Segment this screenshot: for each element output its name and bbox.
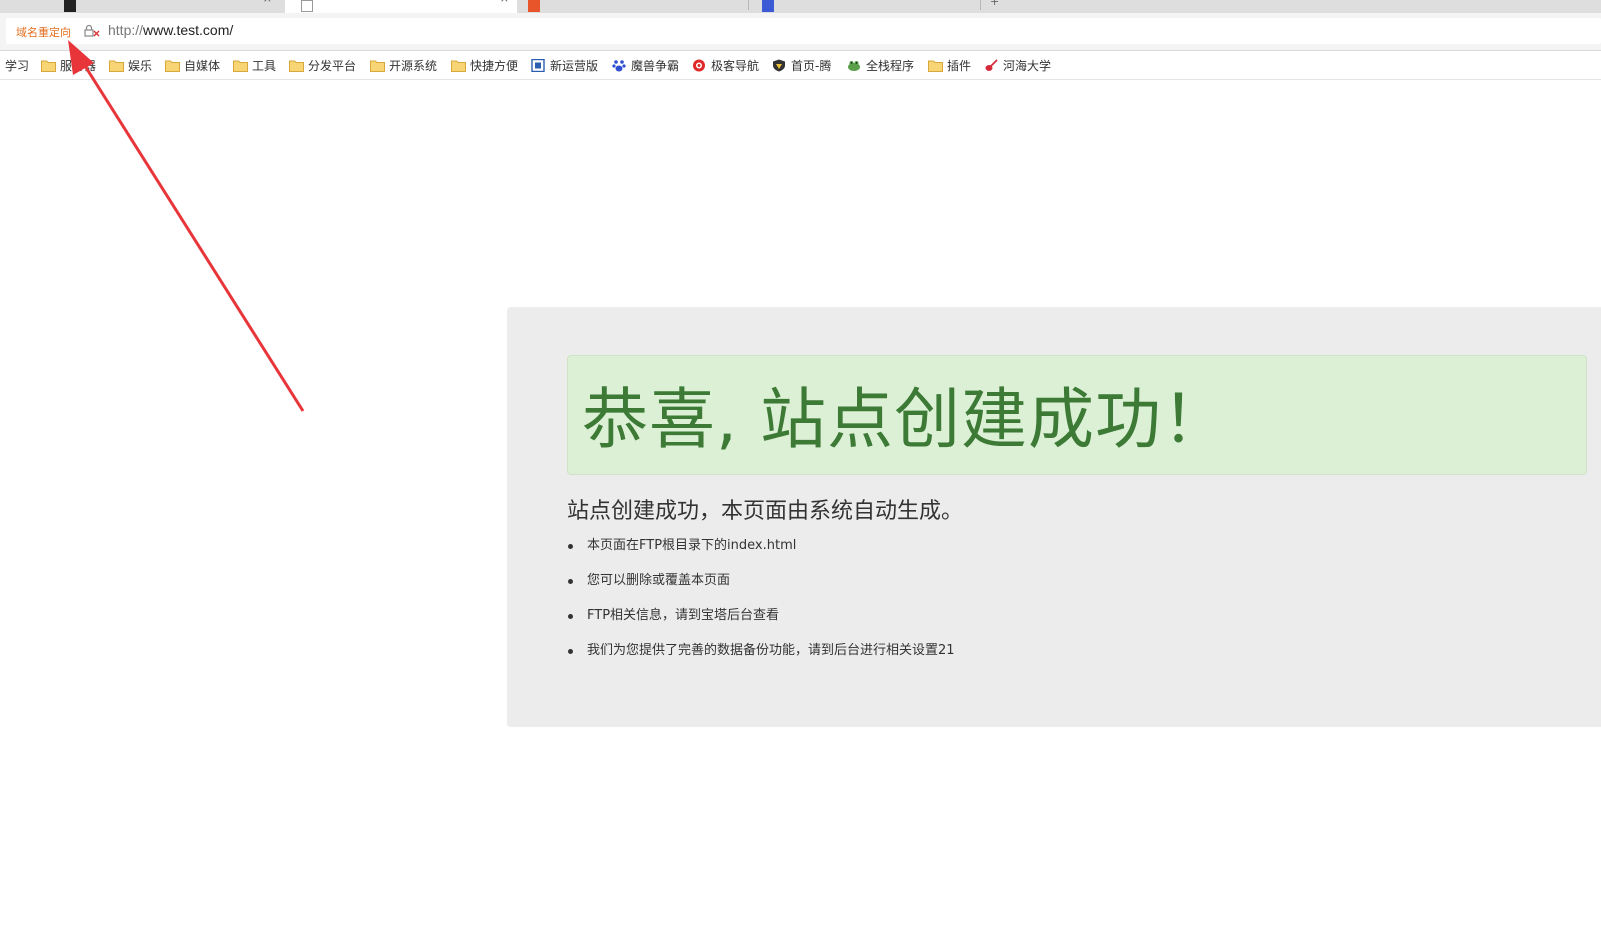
- tab-close-icon[interactable]: ×: [263, 0, 272, 4]
- bookmark-label: 娱乐: [128, 59, 153, 73]
- page-headline: 恭喜, 站点创建成功！: [582, 381, 1229, 458]
- tab-strip: × × +: [0, 0, 1601, 13]
- address-bar: 域名重定向 http://www.test.com/: [0, 13, 1601, 51]
- bookmark-label: 全栈程序: [866, 59, 915, 73]
- content-panel: 恭喜, 站点创建成功！ 站点创建成功，本页面由系统自动生成。 本页面在FTP根目…: [507, 307, 1601, 727]
- bookmark-item[interactable]: 河海大学: [984, 57, 1055, 74]
- tab-favicon-icon: [528, 0, 540, 12]
- site-icon: [531, 59, 545, 72]
- url-protocol: http://: [108, 22, 144, 38]
- bookmark-label: 自媒体: [184, 59, 221, 73]
- tab-close-icon[interactable]: ×: [500, 0, 509, 4]
- folder-icon: [233, 60, 248, 72]
- tab-1[interactable]: ×: [50, 0, 280, 13]
- bookmark-label: 学习: [5, 59, 30, 73]
- bookmark-folder[interactable]: 插件: [928, 57, 971, 74]
- folder-icon: [165, 60, 180, 72]
- tab-separator: [748, 0, 749, 10]
- frog-icon: [848, 61, 860, 71]
- folder-icon: [109, 60, 124, 72]
- folder-icon: [370, 60, 385, 72]
- url-text: http://www.test.com/: [108, 22, 233, 38]
- list-item: 本页面在FTP根目录下的index.html: [567, 537, 955, 572]
- bookmark-folder[interactable]: 服务器: [41, 57, 96, 74]
- bookmark-label: 河海大学: [1003, 59, 1052, 73]
- tab-favicon-icon: [301, 0, 313, 12]
- folder-icon: [289, 60, 304, 72]
- paw-icon: [612, 60, 626, 72]
- bookmark-folder[interactable]: 分发平台: [289, 57, 356, 74]
- guitar-icon: [985, 59, 998, 71]
- bookmark-label: 快捷方便: [470, 59, 519, 73]
- shield-icon: [773, 59, 785, 72]
- bookmark-item[interactable]: 新运营版: [531, 57, 602, 74]
- bookmark-item[interactable]: 全栈程序: [847, 57, 916, 74]
- tab-4[interactable]: [752, 0, 977, 13]
- folder-icon: [41, 60, 56, 72]
- bookmark-label: 新运营版: [550, 59, 599, 73]
- folder-icon: [928, 60, 943, 72]
- info-list: 本页面在FTP根目录下的index.html 您可以删除或覆盖本页面 FTP相关…: [567, 537, 955, 677]
- bookmark-label: 分发平台: [308, 59, 357, 73]
- tab-2-active[interactable]: ×: [285, 0, 517, 13]
- bookmark-item[interactable]: 首页-腾: [772, 57, 833, 74]
- bookmarks-bar: 学习 服务器 娱乐 自媒体 工具 分发平台 开源系统 快捷方便 新运营版 魔兽争…: [0, 51, 1601, 80]
- url-input[interactable]: 域名重定向 http://www.test.com/: [6, 18, 1601, 44]
- list-item: FTP相关信息，请到宝塔后台查看: [567, 607, 955, 642]
- list-item: 我们为您提供了完善的数据备份功能，请到后台进行相关设置21: [567, 642, 955, 677]
- bookmark-folder[interactable]: 工具: [233, 57, 276, 74]
- bookmark-label: 极客导航: [711, 59, 760, 73]
- bookmark-label: 插件: [947, 59, 972, 73]
- bookmark-label: 工具: [252, 59, 277, 73]
- redirect-label[interactable]: 域名重定向: [16, 24, 71, 40]
- bookmark-label: 开源系统: [389, 59, 438, 73]
- bookmark-label: 首页-腾: [791, 59, 832, 73]
- bookmark-folder[interactable]: 自媒体: [165, 57, 220, 74]
- bookmark-folder[interactable]: 开源系统: [370, 57, 441, 74]
- new-tab-button[interactable]: +: [990, 0, 1010, 13]
- list-item: 您可以删除或覆盖本页面: [567, 572, 955, 607]
- bookmark-item[interactable]: 魔兽争霸: [612, 57, 683, 74]
- bookmark-item[interactable]: 极客导航: [692, 57, 763, 74]
- insecure-lock-icon[interactable]: [84, 24, 100, 38]
- tab-favicon-icon: [64, 0, 76, 12]
- bookmark-folder[interactable]: 快捷方便: [451, 57, 518, 74]
- bookmark-label: 魔兽争霸: [631, 59, 680, 73]
- url-host: www.test.com/: [143, 22, 234, 38]
- target-icon: [693, 59, 705, 72]
- tab-separator: [980, 0, 981, 10]
- bookmark-folder[interactable]: 娱乐: [109, 57, 152, 74]
- plus-icon: +: [990, 0, 1000, 8]
- folder-icon: [451, 60, 466, 72]
- page-subtitle: 站点创建成功，本页面由系统自动生成。: [567, 499, 964, 524]
- headline-jumbotron: 恭喜, 站点创建成功！: [567, 355, 1587, 475]
- bookmark-item[interactable]: 学习: [5, 57, 29, 74]
- tab-favicon-icon: [762, 0, 774, 12]
- bookmark-label: 服务器: [60, 59, 97, 73]
- tab-3[interactable]: [520, 0, 745, 13]
